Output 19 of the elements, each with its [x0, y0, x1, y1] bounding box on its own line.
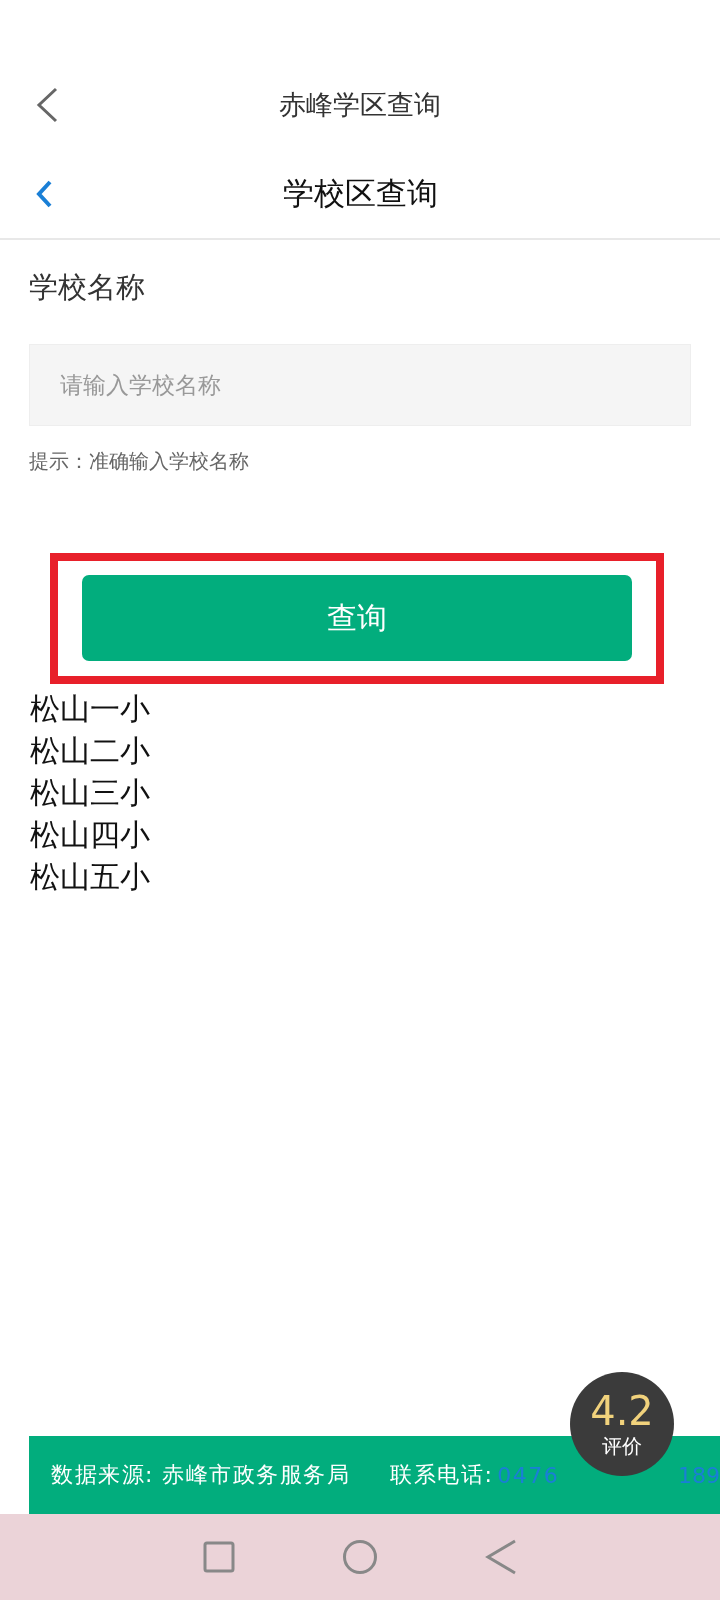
- page-title: 赤峰学区查询: [279, 88, 441, 122]
- field-label: 学校名称: [29, 269, 146, 306]
- rating-badge[interactable]: 4.2 评价: [570, 1372, 674, 1476]
- source-text: 数据来源: 赤峰市政务服务局: [51, 1461, 351, 1489]
- back-icon[interactable]: [484, 1539, 517, 1575]
- input-field[interactable]: 请输入学校名称: [29, 344, 691, 426]
- school-name: 松山一小: [30, 690, 150, 728]
- query-button[interactable]: 查询: [82, 575, 632, 661]
- home-icon[interactable]: [342, 1539, 378, 1575]
- page-title: 学校区查询: [282, 174, 438, 213]
- phone-label: 联系电话:: [390, 1461, 494, 1489]
- school-name: 松山二小: [30, 732, 150, 770]
- school-name: 松山五小: [30, 858, 150, 896]
- hint-text: 提示：准确输入学校名称: [29, 448, 250, 475]
- school-name: 松山三小: [30, 774, 150, 812]
- recent-apps-icon[interactable]: [203, 1541, 236, 1573]
- back-icon[interactable]: [36, 87, 58, 123]
- school-name: 松山四小: [30, 816, 150, 854]
- back-icon[interactable]: [36, 180, 52, 208]
